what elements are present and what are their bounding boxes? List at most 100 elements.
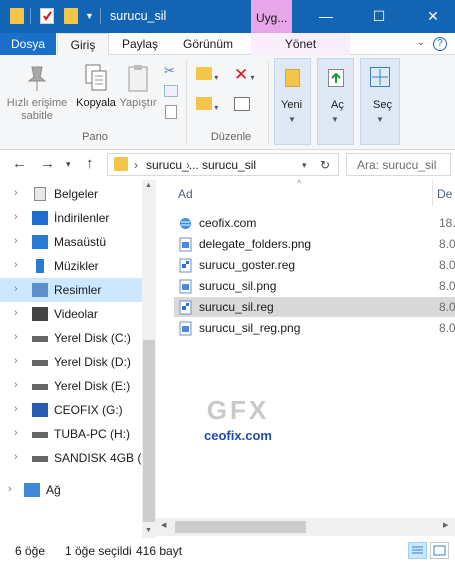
window-title: surucu_sil xyxy=(110,9,167,23)
nav-item[interactable]: › Yerel Disk (D:) xyxy=(0,350,142,374)
documents-icon xyxy=(34,187,46,201)
nav-item[interactable]: › Resimler xyxy=(0,278,142,302)
selection-size: 416 bayt xyxy=(136,544,183,558)
file-date: 8.0 xyxy=(439,258,455,272)
refresh-icon[interactable]: ↻ xyxy=(320,158,330,172)
breadcrumb-current[interactable]: surucu_sil xyxy=(202,158,256,172)
horizontal-scrollbar[interactable]: ◀ ▶ xyxy=(156,518,455,536)
rename-icon[interactable] xyxy=(234,97,250,111)
nav-item[interactable]: › Masaüstü xyxy=(0,230,142,254)
videos-icon xyxy=(32,307,48,321)
file-row[interactable]: surucu_sil.reg 8.0 xyxy=(174,297,455,317)
scroll-right-icon[interactable]: ▶ xyxy=(443,521,448,529)
image-file-icon xyxy=(179,321,192,336)
chevron-right-icon[interactable]: › xyxy=(14,259,18,271)
nav-item[interactable]: › SANDISK 4GB (K:) xyxy=(0,446,157,470)
file-date: 18. xyxy=(439,216,455,230)
column-header-name[interactable]: Ad xyxy=(178,187,193,201)
chevron-right-icon[interactable]: › xyxy=(8,483,12,495)
nav-item[interactable]: › CEOFIX (G:) xyxy=(0,398,142,422)
select-button[interactable]: Seç ▼ xyxy=(360,58,400,145)
tab-share[interactable]: Paylaş xyxy=(122,33,158,55)
nav-item[interactable]: › İndirilenler xyxy=(0,206,142,230)
chevron-right-icon[interactable]: › xyxy=(14,355,18,367)
drive-icon xyxy=(32,336,48,342)
move-to-button[interactable]: ▾ xyxy=(196,67,218,83)
tab-view[interactable]: Görünüm xyxy=(183,33,233,55)
new-button[interactable]: Yeni ▼ xyxy=(274,58,311,145)
open-button[interactable]: Aç ▼ xyxy=(317,58,354,145)
details-view-icon[interactable] xyxy=(408,542,427,559)
scroll-left-icon[interactable]: ◀ xyxy=(161,521,166,529)
breadcrumb-parent[interactable]: surucu_... xyxy=(146,158,199,172)
file-row[interactable]: surucu_sil.png 8.0 xyxy=(174,276,455,296)
scroll-down-icon[interactable]: ▼ xyxy=(145,527,152,534)
chevron-right-icon[interactable]: › xyxy=(14,307,18,319)
file-row[interactable]: surucu_sil_reg.png 8.0 xyxy=(174,318,455,338)
large-icons-view-icon[interactable] xyxy=(430,542,449,559)
paste-shortcut-icon[interactable] xyxy=(165,105,177,119)
nav-scrollbar[interactable]: ▲ ▼ xyxy=(142,180,156,538)
nav-item[interactable]: › TUBA-PC (H:) xyxy=(0,422,142,446)
maximize-button[interactable]: ☐ xyxy=(369,8,389,25)
tab-file[interactable]: Dosya xyxy=(0,33,56,55)
forward-icon[interactable]: → xyxy=(40,155,55,172)
copy-to-button[interactable]: ▾ xyxy=(196,97,218,113)
file-row[interactable]: ceofix.com 18. xyxy=(174,213,455,233)
chevron-right-icon[interactable]: › xyxy=(14,331,18,343)
copy-button[interactable]: Kopyala xyxy=(74,63,118,110)
up-icon[interactable]: ↑ xyxy=(86,155,94,172)
copy-path-icon[interactable] xyxy=(164,85,178,97)
chevron-right-icon[interactable]: › xyxy=(14,211,18,223)
minimize-button[interactable]: — xyxy=(316,8,336,24)
nav-item[interactable]: › Yerel Disk (E:) xyxy=(0,374,142,398)
group-separator xyxy=(268,61,269,144)
nav-item[interactable]: › Ağ xyxy=(0,478,142,502)
column-divider[interactable] xyxy=(432,180,433,206)
pin-quick-access-button[interactable]: Hızlı erişime sabitle xyxy=(4,63,70,123)
nav-item[interactable]: › Videolar xyxy=(0,302,142,326)
chevron-right-icon[interactable]: › xyxy=(14,451,18,463)
context-tab-label[interactable]: Uyg... xyxy=(251,0,292,33)
quick-access-dropdown-icon[interactable]: ▼ xyxy=(85,11,99,27)
scroll-up-icon[interactable]: ▲ xyxy=(145,182,152,189)
search-input[interactable]: Ara: surucu_sil xyxy=(346,153,451,176)
pin-icon xyxy=(23,63,51,93)
file-row[interactable]: delegate_folders.png 8.0 xyxy=(174,234,455,254)
address-bar[interactable]: › surucu_... › surucu_sil ▾ ↻ xyxy=(107,153,339,176)
nav-item[interactable]: › Belgeler xyxy=(0,182,142,206)
new-folder-icon[interactable] xyxy=(64,8,78,24)
chevron-right-icon[interactable]: › xyxy=(14,235,18,247)
nav-item-label: Müzikler xyxy=(54,259,99,273)
chevron-right-icon[interactable]: › xyxy=(14,379,18,391)
scrollbar-thumb[interactable] xyxy=(143,340,155,522)
tab-home[interactable]: Giriş xyxy=(57,33,109,56)
file-row[interactable]: surucu_goster.reg 8.0 xyxy=(174,255,455,275)
divider xyxy=(100,8,101,24)
select-label: Seç xyxy=(373,99,392,111)
tab-manage[interactable]: Yönet xyxy=(251,33,350,55)
scrollbar-thumb[interactable] xyxy=(175,521,306,533)
copy-to-icon xyxy=(196,97,212,110)
close-button[interactable]: ✕ xyxy=(423,8,443,25)
cut-icon[interactable]: ✂ xyxy=(164,63,175,79)
open-icon xyxy=(328,69,344,87)
nav-item[interactable]: › Yerel Disk (C:) xyxy=(0,326,142,350)
move-to-icon xyxy=(196,67,212,80)
chevron-right-icon[interactable]: › xyxy=(14,187,18,199)
column-header-date[interactable]: De xyxy=(437,187,452,201)
properties-icon[interactable] xyxy=(40,8,54,24)
help-icon[interactable]: ? xyxy=(433,37,447,51)
reg-file-icon xyxy=(179,258,192,273)
chevron-right-icon[interactable]: › xyxy=(14,283,18,295)
collapse-ribbon-icon[interactable]: ⌄ xyxy=(417,37,425,48)
paste-button[interactable]: Yapıştır xyxy=(118,63,158,110)
delete-icon[interactable]: ✕ ▾ xyxy=(234,65,255,85)
recent-locations-icon[interactable]: ▾ xyxy=(66,159,71,170)
nav-item[interactable]: › Müzikler xyxy=(0,254,142,278)
chevron-right-icon[interactable]: › xyxy=(14,427,18,439)
address-dropdown-icon[interactable]: ▾ xyxy=(302,160,307,171)
back-icon[interactable]: ← xyxy=(12,155,27,172)
folder-icon xyxy=(114,157,128,171)
chevron-right-icon[interactable]: › xyxy=(14,403,18,415)
